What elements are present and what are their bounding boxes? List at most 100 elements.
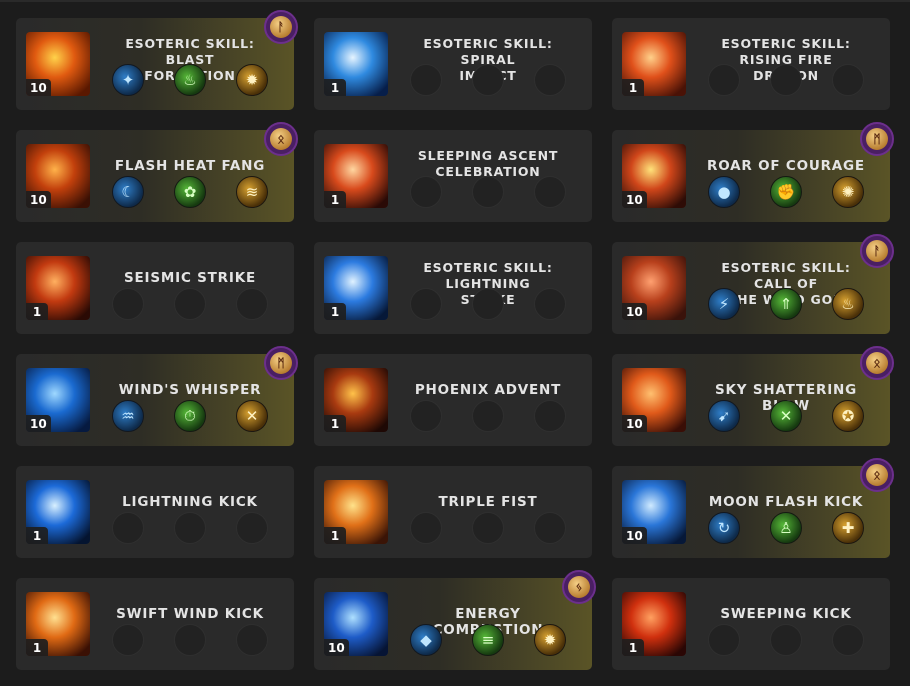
skill-icon[interactable]: 10 — [622, 480, 686, 544]
beast-icon[interactable]: ✿ — [174, 176, 206, 208]
skill-card[interactable]: 10 MOON FLASH KICK ↻ ♙ ✚ ᛟ — [612, 458, 894, 558]
empty-tripod-slot[interactable] — [472, 400, 504, 432]
orb-up-icon[interactable]: ● — [708, 176, 740, 208]
empty-tripod-slot[interactable] — [236, 288, 268, 320]
blade-wave-icon[interactable]: ≡ — [472, 624, 504, 656]
skill-icon[interactable]: 10 — [622, 256, 686, 320]
bomb-up-icon[interactable]: ✪ — [832, 400, 864, 432]
flame-icon[interactable]: ♨ — [174, 64, 206, 96]
sun-burst-icon[interactable]: ✹ — [534, 624, 566, 656]
tiger-icon[interactable]: ✦ — [112, 64, 144, 96]
empty-tripod-slot[interactable] — [410, 400, 442, 432]
skill-icon[interactable]: 1 — [26, 592, 90, 656]
ground-burst-icon[interactable]: ✚ — [832, 512, 864, 544]
wind-slash-icon[interactable]: ⚡ — [708, 288, 740, 320]
empty-tripod-slot[interactable] — [472, 288, 504, 320]
rune-icon[interactable]: ᛃ — [562, 570, 596, 604]
cross-blades-icon[interactable]: ✕ — [770, 400, 802, 432]
fire-slash-icon[interactable]: ≋ — [236, 176, 268, 208]
empty-tripod-slot[interactable] — [410, 288, 442, 320]
skill-card[interactable]: 1ESOTERIC SKILL: SPIRAL IMPACT — [314, 18, 592, 110]
skill-icon[interactable]: 10 — [26, 144, 90, 208]
empty-tripod-slot[interactable] — [174, 624, 206, 656]
rune-icon[interactable]: ᚨ — [264, 10, 298, 44]
skill-icon[interactable]: 10 — [26, 32, 90, 96]
empty-tripod-slot[interactable] — [534, 288, 566, 320]
skill-icon[interactable]: 1 — [324, 368, 388, 432]
empty-tripod-slot[interactable] — [534, 64, 566, 96]
skill-card[interactable]: 10 FLASH HEAT FANG ☾ ✿ ≋ ᛟ — [16, 122, 298, 222]
empty-tripod-slot[interactable] — [472, 64, 504, 96]
skill-icon[interactable]: 10 — [622, 368, 686, 432]
rune-icon[interactable]: ᚨ — [860, 234, 894, 268]
empty-tripod-slot[interactable] — [410, 176, 442, 208]
empty-tripod-slot[interactable] — [174, 512, 206, 544]
empty-tripod-slot[interactable] — [534, 512, 566, 544]
skill-icon[interactable]: 1 — [622, 592, 686, 656]
empty-tripod-slot[interactable] — [472, 512, 504, 544]
arrow-up-icon[interactable]: ⇑ — [770, 288, 802, 320]
skill-icon[interactable]: 10 — [26, 368, 90, 432]
swoop-icon[interactable]: ↻ — [708, 512, 740, 544]
speed-up-icon[interactable]: ⏱ — [174, 400, 206, 432]
skill-icon[interactable]: 1 — [324, 256, 388, 320]
rune-icon[interactable]: ᛟ — [860, 346, 894, 380]
empty-tripod-slot[interactable] — [534, 176, 566, 208]
skill-icon[interactable]: 1 — [324, 144, 388, 208]
crystal-icon[interactable]: ◆ — [410, 624, 442, 656]
skill-card[interactable]: 1ESOTERIC SKILL: LIGHTNING STRIKE — [314, 242, 592, 334]
empty-tripod-slot[interactable] — [112, 288, 144, 320]
empty-tripod-slot[interactable] — [112, 624, 144, 656]
skill-icon[interactable]: 1 — [26, 256, 90, 320]
skill-card[interactable]: 1 SWIFT WIND KICK — [16, 578, 294, 670]
skill-icon[interactable]: 1 — [324, 32, 388, 96]
empty-tripod-slot[interactable] — [832, 624, 864, 656]
burst-icon[interactable]: ✹ — [236, 64, 268, 96]
skill-card[interactable]: 1 SLEEPING ASCENT CELEBRATION — [314, 130, 592, 222]
skill-icon[interactable]: 1 — [26, 480, 90, 544]
skill-card[interactable]: 1 SWEEPING KICK — [612, 578, 890, 670]
skill-card[interactable]: 10ESOTERIC SKILL: CALL OF THE WIND GOD⚡⇑… — [612, 234, 894, 334]
tripod-row — [708, 624, 870, 658]
skill-card[interactable]: 1ESOTERIC SKILL: RISING FIRE DRAGON — [612, 18, 890, 110]
skill-card[interactable]: 1 TRIPLE FIST — [314, 466, 592, 558]
empty-tripod-slot[interactable] — [236, 624, 268, 656]
rune-icon[interactable]: ᛗ — [264, 346, 298, 380]
skill-icon[interactable]: 1 — [622, 32, 686, 96]
rune-icon[interactable]: ᛗ — [860, 122, 894, 156]
skill-icon[interactable]: 10 — [622, 144, 686, 208]
skill-card[interactable]: 10ESOTERIC SKILL: BLAST FORMATION✦♨✹ᚨ — [16, 10, 298, 110]
skill-card[interactable]: 10 WIND'S WHISPER ♒ ⏱ ✕ ᛗ — [16, 346, 298, 446]
empty-tripod-slot[interactable] — [112, 512, 144, 544]
skill-card[interactable]: 1 PHOENIX ADVENT — [314, 354, 592, 446]
skill-card[interactable]: 1 LIGHTNING KICK — [16, 466, 294, 558]
empty-tripod-slot[interactable] — [174, 288, 206, 320]
cross-swords-icon[interactable]: ✕ — [236, 400, 268, 432]
skill-icon[interactable]: 1 — [324, 480, 388, 544]
skill-card[interactable]: 10SKY SHATTERING BLOW➹✕✪ᛟ — [612, 346, 894, 446]
empty-tripod-slot[interactable] — [472, 176, 504, 208]
empty-tripod-slot[interactable] — [410, 512, 442, 544]
claw-icon[interactable]: ✊ — [770, 176, 802, 208]
skill-card[interactable]: 10ENERGY COMBUSTION◆≡✹ᛃ — [314, 570, 596, 670]
person-icon[interactable]: ♙ — [770, 512, 802, 544]
shock-icon[interactable]: ✺ — [832, 176, 864, 208]
empty-tripod-slot[interactable] — [534, 400, 566, 432]
empty-tripod-slot[interactable] — [708, 64, 740, 96]
rune-glyph: ᚨ — [866, 240, 888, 262]
skill-card[interactable]: 10 ROAR OF COURAGE ● ✊ ✺ ᛗ — [612, 122, 894, 222]
rune-icon[interactable]: ᛟ — [264, 122, 298, 156]
skill-icon[interactable]: 10 — [324, 592, 388, 656]
dash-icon[interactable]: ➹ — [708, 400, 740, 432]
empty-tripod-slot[interactable] — [236, 512, 268, 544]
empty-tripod-slot[interactable] — [410, 64, 442, 96]
skill-card[interactable]: 1 SEISMIC STRIKE — [16, 242, 294, 334]
crescent-moon-icon[interactable]: ☾ — [112, 176, 144, 208]
empty-tripod-slot[interactable] — [832, 64, 864, 96]
jaw-icon[interactable]: ♒ — [112, 400, 144, 432]
empty-tripod-slot[interactable] — [770, 64, 802, 96]
empty-tripod-slot[interactable] — [770, 624, 802, 656]
rune-icon[interactable]: ᛟ — [860, 458, 894, 492]
empty-tripod-slot[interactable] — [708, 624, 740, 656]
fire-wave-icon[interactable]: ♨ — [832, 288, 864, 320]
